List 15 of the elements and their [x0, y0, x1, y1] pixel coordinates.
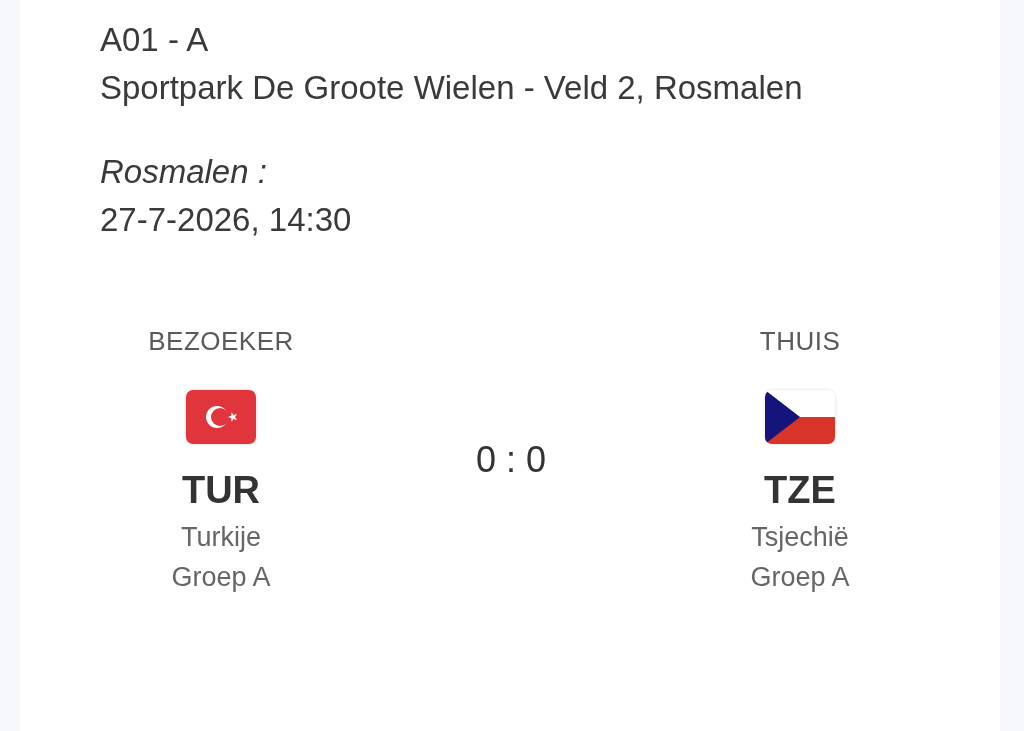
score-text: 0 : 0 — [475, 439, 547, 481]
datetime-text: 27-7-2026, 14:30 — [100, 200, 353, 240]
venue-text: Sportpark De Groote Wielen - Veld 2, Rosmalen — [100, 68, 804, 108]
team-code: TUR — [181, 468, 261, 512]
match-code: A01 - A — [100, 20, 210, 60]
city-label: Rosmalen : — [100, 152, 268, 192]
team-role-label: BEZOEKER — [148, 325, 294, 358]
team-name: Turkije — [181, 521, 261, 554]
team-role-label: THUIS — [759, 325, 841, 358]
flag-icon — [186, 390, 256, 444]
flag-icon — [765, 390, 835, 444]
team-name: Tsjechië — [751, 521, 849, 554]
group-label: Groep A — [171, 561, 271, 594]
group-label: Groep A — [750, 561, 850, 594]
team-code: TZE — [764, 468, 836, 512]
